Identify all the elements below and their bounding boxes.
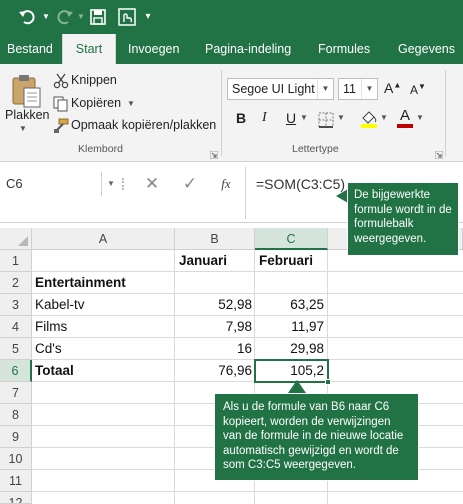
copy-callout-pointer <box>288 380 306 393</box>
quick-access-toolbar: ▼ ▼ ▾ <box>0 0 463 34</box>
row-header-3[interactable]: 3 <box>0 294 32 316</box>
font-size-value: 11 <box>343 82 356 96</box>
group-separator <box>221 70 222 156</box>
row-header-2[interactable]: 2 <box>0 272 32 294</box>
bold-button[interactable]: B <box>236 110 246 126</box>
font-group-label: Lettertype <box>292 143 339 155</box>
copy-callout: Als u de formule van B6 naar C6 kopieert… <box>214 393 419 481</box>
tab-start[interactable]: Start <box>62 34 116 64</box>
tab-gegevens[interactable]: Gegevens <box>398 34 455 64</box>
copy-icon[interactable] <box>53 96 69 112</box>
row-header-12[interactable]: 12 <box>0 492 32 504</box>
font-color-dropdown-icon[interactable]: ▼ <box>416 113 424 122</box>
select-all-corner[interactable] <box>0 228 32 250</box>
underline-button[interactable]: U <box>286 110 296 126</box>
format-painter-button[interactable]: Opmaak kopiëren/plakken <box>71 118 216 132</box>
gridline <box>32 491 463 492</box>
formula-callout: De bijgewerkte formule wordt in de formu… <box>347 182 459 256</box>
decrease-font-icon[interactable]: A▼ <box>410 82 426 97</box>
tab-formules[interactable]: Formules <box>318 34 370 64</box>
underline-dropdown-icon[interactable]: ▼ <box>300 113 308 122</box>
redo-dropdown-icon[interactable]: ▼ <box>76 6 86 28</box>
customize-toolbar-icon[interactable]: ▾ <box>142 6 154 28</box>
increase-font-icon[interactable]: A▲ <box>384 80 401 96</box>
font-name-dropdown-icon[interactable]: ▼ <box>317 79 333 99</box>
fill-handle[interactable] <box>325 379 331 385</box>
formula-input[interactable]: =SOM(C3:C5) <box>256 172 345 196</box>
cut-button[interactable]: Knippen <box>71 73 117 87</box>
undo-dropdown-icon[interactable]: ▼ <box>40 6 52 28</box>
row-header-5[interactable]: 5 <box>0 338 32 360</box>
name-box[interactable]: C6 <box>0 172 102 196</box>
save-icon[interactable] <box>88 6 108 28</box>
borders-dropdown-icon[interactable]: ▼ <box>337 113 345 122</box>
font-launcher-icon[interactable] <box>434 146 444 160</box>
column-header-b[interactable]: B <box>175 228 255 250</box>
cell-b3[interactable]: 52,98 <box>175 294 252 316</box>
cell-a3[interactable]: Kabel-tv <box>35 294 85 316</box>
row-header-9[interactable]: 9 <box>0 426 32 448</box>
insert-function-icon[interactable]: fx <box>214 172 238 196</box>
cell-a4[interactable]: Films <box>35 316 67 338</box>
fill-color-icon[interactable] <box>360 109 378 129</box>
formula-divider <box>245 167 246 219</box>
copy-button[interactable]: Kopiëren <box>71 96 121 110</box>
cell-b5[interactable]: 16 <box>175 338 252 360</box>
font-name-combo[interactable]: Segoe UI Light ▼ <box>227 78 334 100</box>
row-header-1[interactable]: 1 <box>0 250 32 272</box>
paste-dropdown-icon[interactable]: ▼ <box>19 124 27 133</box>
tab-pagina-indeling[interactable]: Pagina-indeling <box>205 34 291 64</box>
column-header-a[interactable]: A <box>32 228 175 250</box>
bar-grip <box>122 178 125 190</box>
cell-c5[interactable]: 29,98 <box>255 338 324 360</box>
cell-c4[interactable]: 11,97 <box>255 316 324 338</box>
cell-b6[interactable]: 76,96 <box>175 360 252 382</box>
cell-c1[interactable]: Februari <box>259 250 313 272</box>
format-painter-icon[interactable] <box>53 118 69 134</box>
row-header-8[interactable]: 8 <box>0 404 32 426</box>
paste-icon[interactable] <box>10 72 42 108</box>
font-size-combo[interactable]: 11 ▼ <box>338 78 378 100</box>
scissors-icon[interactable] <box>53 73 69 89</box>
ribbon-tabs: Bestand Start Invoegen Pagina-indeling F… <box>0 34 463 64</box>
font-name-value: Segoe UI Light <box>232 82 315 96</box>
column-header-c[interactable]: C <box>255 228 328 250</box>
row-header-7[interactable]: 7 <box>0 382 32 404</box>
touch-mode-icon[interactable] <box>116 6 138 28</box>
clipboard-group-label: Klembord <box>78 143 123 155</box>
tab-invoegen[interactable]: Invoegen <box>128 34 179 64</box>
group-separator <box>445 70 446 156</box>
clipboard-launcher-icon[interactable] <box>209 146 219 160</box>
cell-a6[interactable]: Totaal <box>35 360 74 382</box>
cancel-icon[interactable]: ✕ <box>140 172 164 196</box>
cell-a2[interactable]: Entertainment <box>35 272 126 294</box>
font-size-dropdown-icon[interactable]: ▼ <box>361 79 377 99</box>
borders-icon[interactable] <box>318 112 334 128</box>
cell-b1[interactable]: Januari <box>179 250 227 272</box>
row-header-11[interactable]: 11 <box>0 470 32 492</box>
cell-b4[interactable]: 7,98 <box>175 316 252 338</box>
cell-c3[interactable]: 63,25 <box>255 294 324 316</box>
tab-bestand[interactable]: Bestand <box>7 34 53 64</box>
name-box-dropdown-icon[interactable]: ▼ <box>104 172 118 196</box>
cell-a5[interactable]: Cd's <box>35 338 62 360</box>
row-header-4[interactable]: 4 <box>0 316 32 338</box>
font-color-icon[interactable]: A <box>396 108 414 128</box>
row-header-10[interactable]: 10 <box>0 448 32 470</box>
redo-icon[interactable] <box>54 6 76 28</box>
copy-dropdown-icon[interactable]: ▼ <box>127 99 135 108</box>
row-header-6[interactable]: 6 <box>0 360 32 382</box>
undo-icon[interactable] <box>14 6 40 28</box>
italic-button[interactable]: I <box>262 110 267 126</box>
fill-color-dropdown-icon[interactable]: ▼ <box>380 113 388 122</box>
enter-icon[interactable]: ✓ <box>178 172 202 196</box>
paste-button[interactable]: Plakken <box>5 108 49 122</box>
